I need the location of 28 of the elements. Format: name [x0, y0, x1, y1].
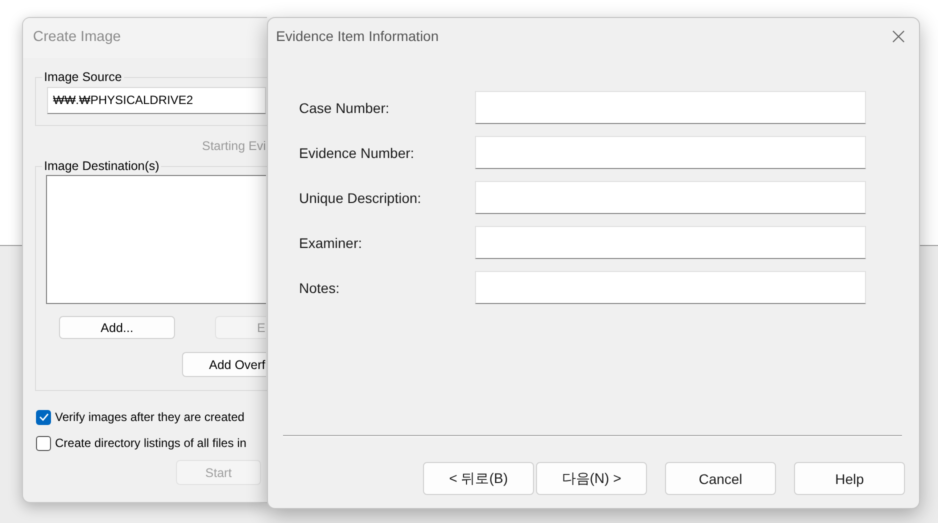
checkbox[interactable] [36, 410, 51, 424]
source-field[interactable]: ₩₩.₩PHYSICALDRIVE2 [47, 87, 266, 114]
checkbox-label: Verify images after they are created [55, 410, 244, 424]
dialog-button[interactable]: 다음(N) > [536, 462, 647, 495]
window-title: Create Image [23, 18, 267, 58]
checkbox-label: Create directory listings of all files in [55, 436, 246, 450]
field-label: Unique Description: [299, 190, 422, 206]
window-button[interactable]: Add... [59, 316, 175, 339]
group-label: Image Source [43, 70, 123, 84]
input-field[interactable] [475, 136, 866, 169]
dialog-button[interactable]: Cancel [665, 462, 776, 495]
dialog-title: Evidence Item Information [276, 28, 439, 44]
input-field[interactable] [475, 226, 866, 259]
checkmark-icon [38, 413, 48, 421]
field-label: Case Number: [299, 100, 390, 116]
field-label: Evidence Number: [299, 144, 416, 160]
input-field[interactable] [475, 271, 866, 304]
dialog-button[interactable]: Help [794, 462, 905, 495]
window-button[interactable]: Add Overf [182, 352, 266, 377]
input-field[interactable] [475, 181, 866, 214]
dialog-button[interactable]: < 뒤로(B) [423, 462, 534, 495]
input-field[interactable] [475, 91, 866, 124]
status-text: Starting Evi [202, 139, 266, 153]
field-label: Examiner: [299, 234, 364, 250]
group-label: Image Destination(s) [43, 159, 160, 173]
close-icon[interactable] [892, 30, 905, 42]
checkbox[interactable] [36, 436, 51, 450]
field-label: Notes: [299, 280, 340, 296]
